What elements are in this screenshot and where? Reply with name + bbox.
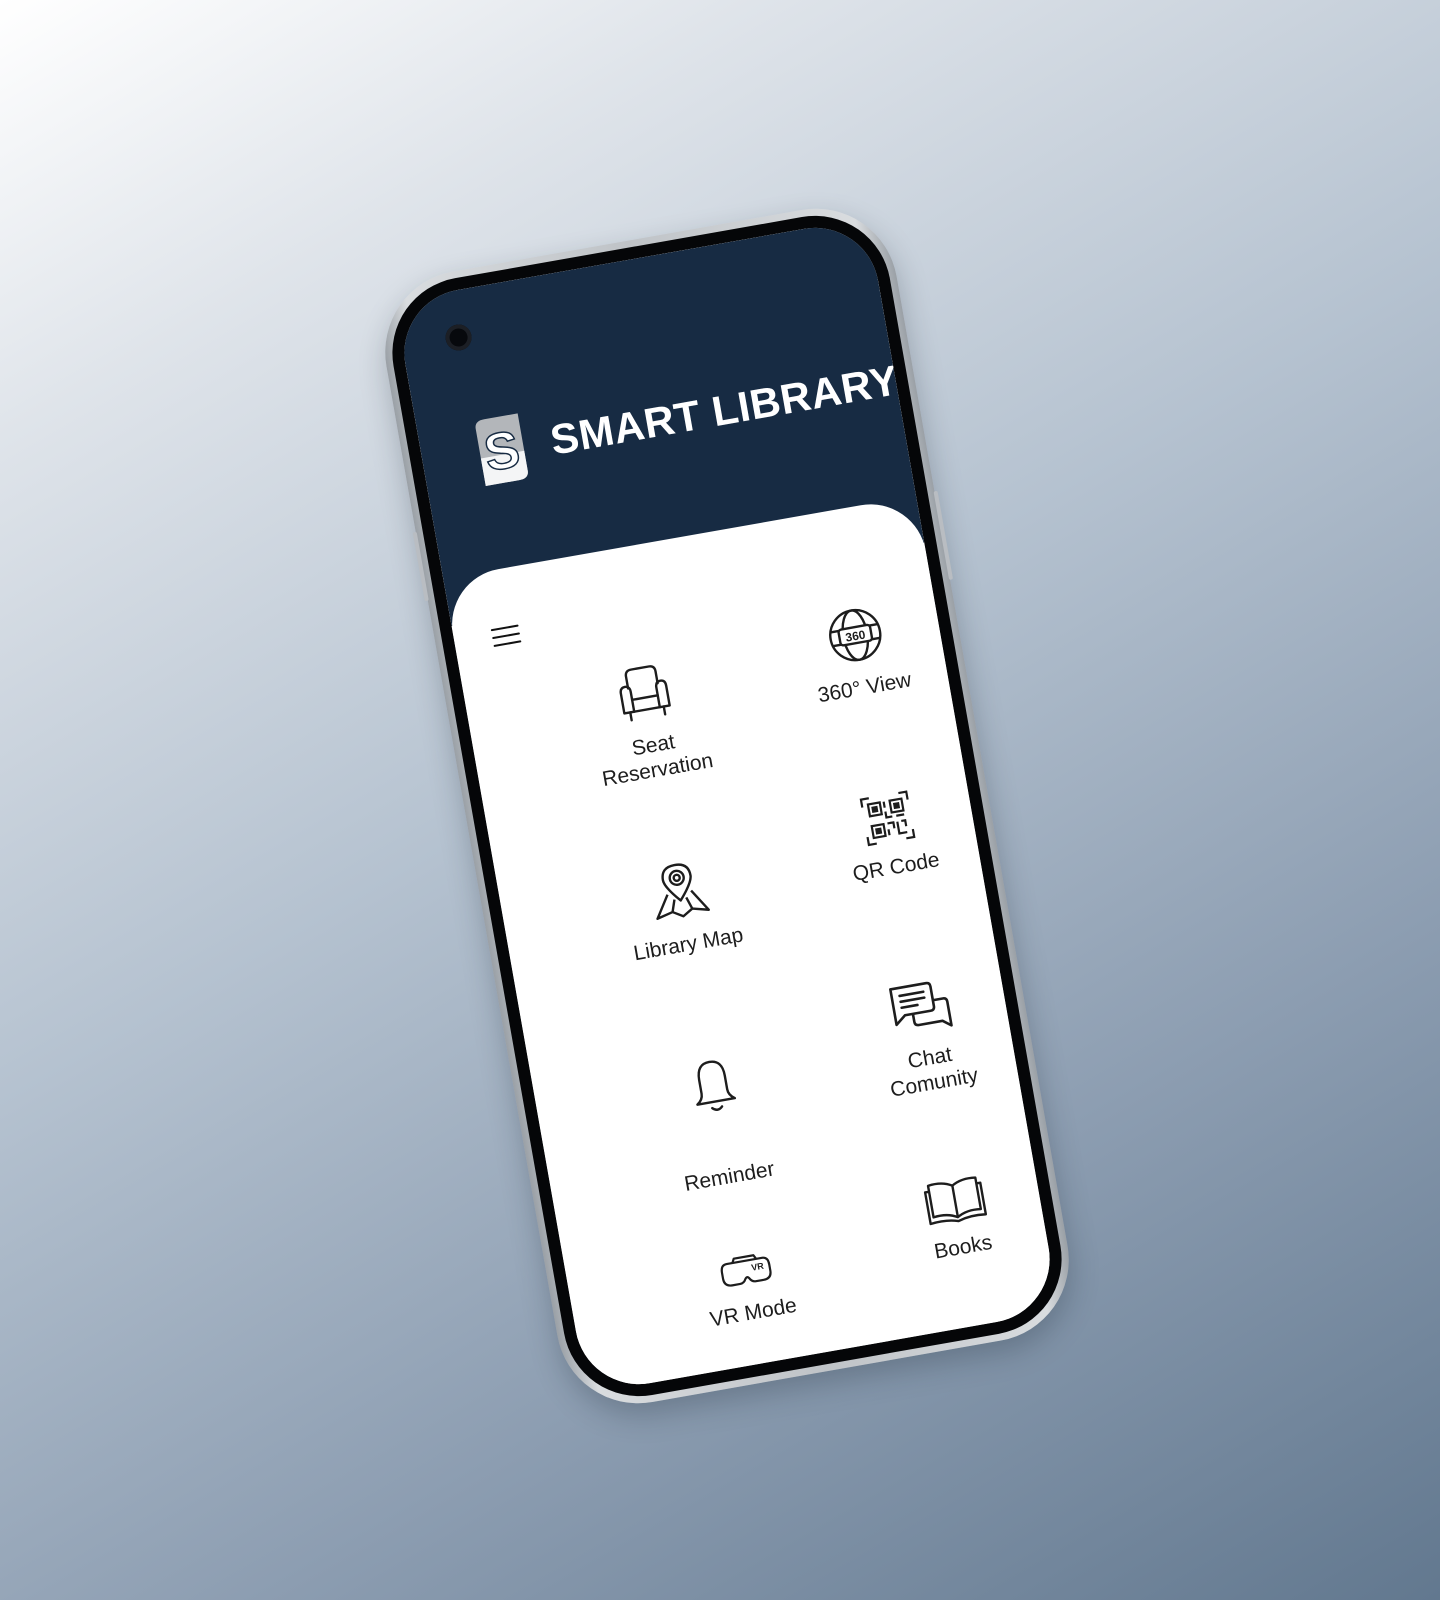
globe-360-icon: 360: [829, 608, 882, 662]
qr-code-icon: [859, 790, 916, 847]
app-title: SMART LIBRARY: [546, 356, 903, 464]
phone-bezel: S SMART LIBRARY Seat Reservation 360 360…: [380, 203, 1074, 1409]
bell-icon: [696, 1060, 737, 1112]
open-book-icon: [923, 1176, 988, 1226]
hamburger-menu-icon[interactable]: [490, 624, 523, 654]
front-camera: [443, 322, 474, 353]
armchair-icon: [619, 665, 671, 722]
app-screen: S SMART LIBRARY Seat Reservation 360 360…: [394, 217, 1060, 1395]
phone-frame: S SMART LIBRARY Seat Reservation 360 360…: [372, 195, 1082, 1417]
vr-icon-text: VR: [750, 1261, 765, 1273]
chat-bubbles-icon: [889, 981, 953, 1027]
map-pin-icon: [656, 863, 710, 920]
brand: S SMART LIBRARY: [470, 343, 905, 490]
smart-library-logo: S: [475, 413, 528, 487]
